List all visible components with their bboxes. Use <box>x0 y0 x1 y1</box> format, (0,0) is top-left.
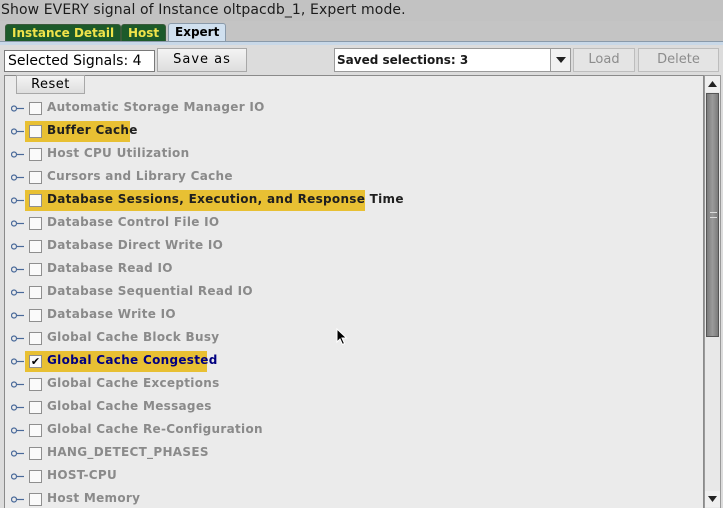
delete-button[interactable]: Delete <box>638 48 719 72</box>
tree-handle-icon[interactable] <box>11 311 24 320</box>
tab-strip: Instance Detail Host Expert <box>0 21 723 43</box>
signal-label: Global Cache Messages <box>47 399 212 413</box>
signal-label: Global Cache Congested <box>47 353 218 367</box>
signal-checkbox[interactable] <box>29 309 42 322</box>
signal-checkbox[interactable] <box>29 493 42 506</box>
tree-handle-icon[interactable] <box>11 449 24 458</box>
signal-checkbox[interactable] <box>29 263 42 276</box>
tree-handle-icon[interactable] <box>11 426 24 435</box>
selected-signals-count: Selected Signals: 4 <box>4 50 155 72</box>
signal-label: Cursors and Library Cache <box>47 169 233 183</box>
saved-selections-dropdown[interactable]: Saved selections: 3 <box>334 48 571 72</box>
signal-checkbox[interactable] <box>29 470 42 483</box>
signal-row[interactable]: HANG_DETECT_PHASES <box>5 442 703 465</box>
load-button[interactable]: Load <box>573 48 635 72</box>
signal-list: Automatic Storage Manager IO Buffer Cache… <box>4 75 704 508</box>
tree-handle-icon[interactable] <box>11 334 24 343</box>
signal-checkbox[interactable] <box>29 332 42 345</box>
signal-row[interactable]: Global Cache Re-Configuration <box>5 419 703 442</box>
signal-checkbox[interactable] <box>29 401 42 414</box>
signal-checkbox[interactable] <box>29 240 42 253</box>
reset-button[interactable]: Reset <box>16 75 85 94</box>
grip-icon <box>710 212 717 218</box>
signal-row[interactable]: Host CPU Utilization <box>5 143 703 166</box>
signal-label: Host Memory <box>47 491 141 505</box>
signal-checkbox[interactable] <box>29 378 42 391</box>
scrollbar-thumb[interactable] <box>706 93 719 337</box>
signal-checkbox[interactable] <box>29 102 42 115</box>
signal-row[interactable]: Global Cache Exceptions <box>5 373 703 396</box>
tree-handle-icon[interactable] <box>11 173 24 182</box>
signal-label: HANG_DETECT_PHASES <box>47 445 209 459</box>
signal-label: Global Cache Re-Configuration <box>47 422 263 436</box>
tree-handle-icon[interactable] <box>11 265 24 274</box>
signal-label: Database Read IO <box>47 261 173 275</box>
signal-row[interactable]: Global Cache Block Busy <box>5 327 703 350</box>
window-title: Show EVERY signal of Instance oltpacdb_1… <box>0 0 723 21</box>
signal-checkbox[interactable] <box>29 424 42 437</box>
signal-row[interactable]: Database Sequential Read IO <box>5 281 703 304</box>
signal-label: Database Sessions, Execution, and Respon… <box>47 192 404 206</box>
signal-row[interactable]: Database Direct Write IO <box>5 235 703 258</box>
signal-checkbox[interactable] <box>29 217 42 230</box>
signal-row[interactable]: ✔ Global Cache Congested <box>5 350 703 373</box>
tab-host[interactable]: Host <box>121 24 167 42</box>
signal-label: Automatic Storage Manager IO <box>47 100 265 114</box>
signal-row[interactable]: Database Read IO <box>5 258 703 281</box>
tree-handle-icon[interactable] <box>11 127 24 136</box>
signal-label: Global Cache Exceptions <box>47 376 220 390</box>
tree-handle-icon[interactable] <box>11 219 24 228</box>
chevron-down-icon[interactable] <box>550 49 570 71</box>
signal-checkbox[interactable] <box>29 447 42 460</box>
tree-handle-icon[interactable] <box>11 403 24 412</box>
tab-expert[interactable]: Expert <box>168 23 227 43</box>
signal-row[interactable]: HOST-CPU <box>5 465 703 488</box>
signal-row[interactable]: Cursors and Library Cache <box>5 166 703 189</box>
tree-handle-icon[interactable] <box>11 357 24 366</box>
signal-label: Buffer Cache <box>47 123 138 137</box>
signal-label: Global Cache Block Busy <box>47 330 220 344</box>
signal-checkbox[interactable] <box>29 194 42 207</box>
tree-handle-icon[interactable] <box>11 104 24 113</box>
signal-checkbox[interactable] <box>29 171 42 184</box>
tree-handle-icon[interactable] <box>11 150 24 159</box>
signal-row[interactable]: Database Control File IO <box>5 212 703 235</box>
tree-handle-icon[interactable] <box>11 380 24 389</box>
signal-row[interactable]: Automatic Storage Manager IO <box>5 97 703 120</box>
tree-handle-icon[interactable] <box>11 288 24 297</box>
signal-row[interactable]: Host Memory <box>5 488 703 508</box>
signal-row[interactable]: Database Sessions, Execution, and Respon… <box>5 189 703 212</box>
tree-handle-icon[interactable] <box>11 196 24 205</box>
signal-label: Database Sequential Read IO <box>47 284 253 298</box>
save-as-button[interactable]: Save as <box>157 48 247 72</box>
signal-checkbox[interactable]: ✔ <box>29 355 42 368</box>
signal-checkbox[interactable] <box>29 286 42 299</box>
vertical-scrollbar[interactable] <box>704 75 721 508</box>
scroll-up-arrow-icon[interactable] <box>705 76 720 92</box>
signal-label: HOST-CPU <box>47 468 118 482</box>
scroll-down-arrow-icon[interactable] <box>705 491 720 507</box>
signal-label: Database Direct Write IO <box>47 238 224 252</box>
signal-label: Database Control File IO <box>47 215 220 229</box>
signal-checkbox[interactable] <box>29 148 42 161</box>
signal-checkbox[interactable] <box>29 125 42 138</box>
signal-row[interactable]: Database Write IO <box>5 304 703 327</box>
signal-label: Database Write IO <box>47 307 176 321</box>
signal-row[interactable]: Global Cache Messages <box>5 396 703 419</box>
saved-selections-value: Saved selections: 3 <box>337 53 469 67</box>
tree-handle-icon[interactable] <box>11 472 24 481</box>
tree-handle-icon[interactable] <box>11 495 24 504</box>
tree-handle-icon[interactable] <box>11 242 24 251</box>
signal-row[interactable]: Buffer Cache <box>5 120 703 143</box>
tab-instance-detail[interactable]: Instance Detail <box>5 24 122 42</box>
mouse-pointer-icon <box>336 328 348 346</box>
signal-label: Host CPU Utilization <box>47 146 190 160</box>
